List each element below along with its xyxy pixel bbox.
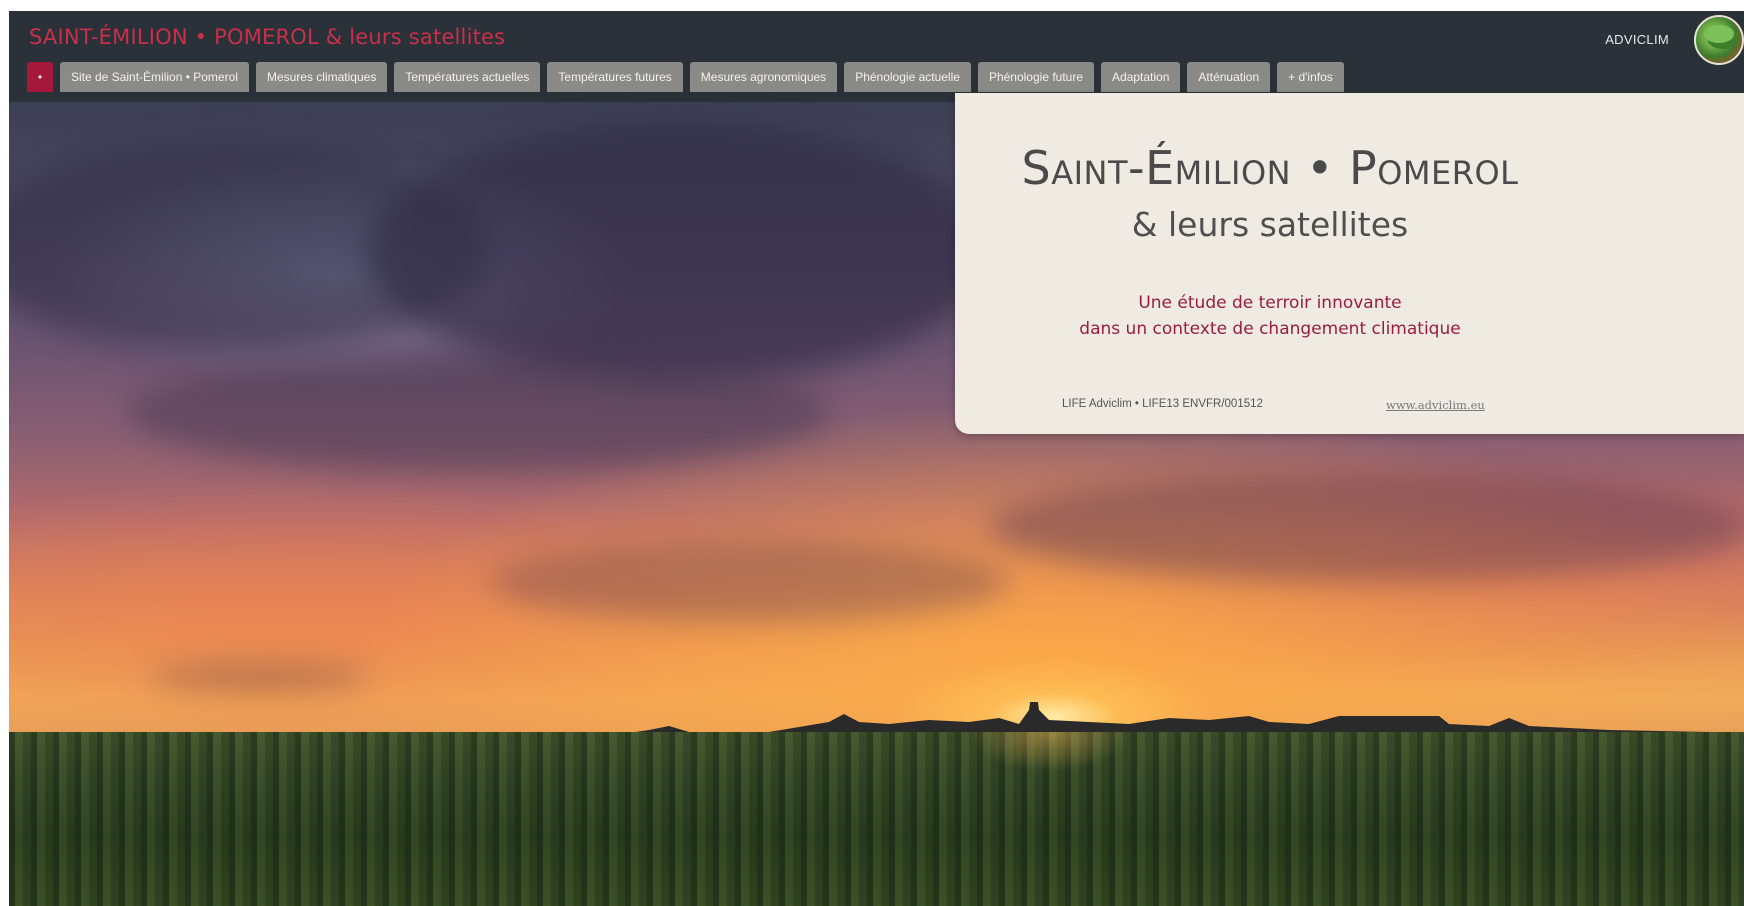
nav-item-temperatures-actuelles[interactable]: Températures actuelles bbox=[394, 62, 541, 92]
main-nav: • Site de Saint-Émilion • Pomerol Mesure… bbox=[27, 62, 1344, 92]
card-subtitle: & leurs satellites bbox=[1131, 205, 1409, 244]
nav-item-adaptation[interactable]: Adaptation bbox=[1101, 62, 1181, 92]
brand-label[interactable]: ADVICLIM bbox=[1605, 32, 1669, 47]
vineyard-foreground bbox=[9, 732, 1744, 906]
project-reference: LIFE Adviclim • LIFE13 ENVFR/001512 bbox=[1062, 398, 1263, 410]
adviclim-website-link[interactable]: www.adviclim.eu bbox=[1386, 398, 1485, 412]
nav-item-phenologie-future[interactable]: Phénologie future bbox=[977, 62, 1095, 92]
cloud bbox=[369, 122, 989, 382]
nav-item-mesures-climatiques[interactable]: Mesures climatiques bbox=[255, 62, 388, 92]
card-tagline: Une étude de terroir innovante dans un c… bbox=[955, 290, 1585, 342]
site-header: SAINT-ÉMILION • POMEROL & leurs satellit… bbox=[9, 11, 1744, 102]
cloud bbox=[489, 542, 1009, 622]
nav-item-mesures-agronomiques[interactable]: Mesures agronomiques bbox=[689, 62, 838, 92]
nav-item-attenuation[interactable]: Atténuation bbox=[1187, 62, 1271, 92]
nav-item-temperatures-futures[interactable]: Températures futures bbox=[547, 62, 683, 92]
tagline-line-2: dans un contexte de changement climatiqu… bbox=[1079, 319, 1461, 339]
nav-item-site[interactable]: Site de Saint-Émilion • Pomerol bbox=[60, 62, 249, 92]
intro-card: Saint-Émilion • Pomerol & leurs satellit… bbox=[955, 93, 1744, 434]
card-title: Saint-Émilion • Pomerol bbox=[1021, 141, 1519, 195]
cloud bbox=[989, 472, 1744, 582]
nav-home-tab[interactable]: • bbox=[27, 62, 53, 92]
tagline-line-1: Une étude de terroir innovante bbox=[1138, 293, 1402, 313]
site-title[interactable]: SAINT-ÉMILION • POMEROL & leurs satellit… bbox=[29, 25, 505, 49]
page-frame: SAINT-ÉMILION • POMEROL & leurs satellit… bbox=[9, 11, 1744, 906]
nav-item-phenologie-actuelle[interactable]: Phénologie actuelle bbox=[844, 62, 971, 92]
cloud bbox=[149, 662, 369, 692]
vineyard-globe-icon[interactable] bbox=[1694, 15, 1744, 65]
cloud bbox=[129, 352, 829, 472]
nav-item-more-info[interactable]: + d'infos bbox=[1277, 62, 1344, 92]
